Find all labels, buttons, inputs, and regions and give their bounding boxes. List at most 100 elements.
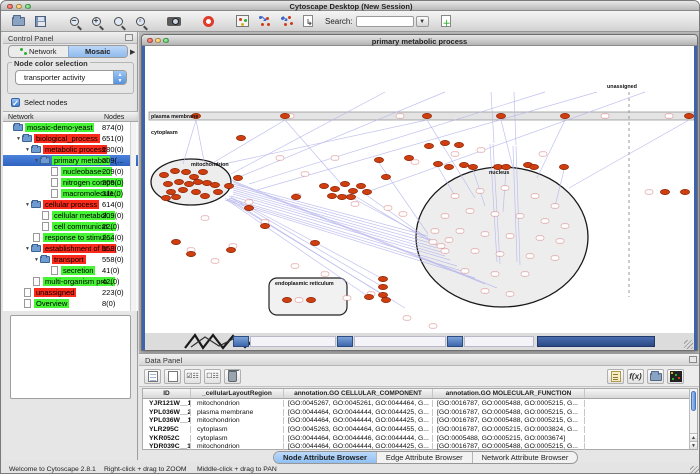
tree-row[interactable]: ▼metabolic process280(0): [3, 144, 138, 155]
window-resize-grip[interactable]: [684, 340, 693, 349]
network-node[interactable]: [213, 189, 222, 194]
background-window-title-fragment[interactable]: [337, 336, 353, 347]
tree-row[interactable]: cellular metabol...209(0): [3, 210, 138, 221]
float-panel-icon[interactable]: [689, 356, 697, 363]
network-node-label[interactable]: [384, 206, 392, 210]
network-node-label[interactable]: [551, 204, 559, 208]
network-node-label[interactable]: [429, 324, 437, 328]
network-node[interactable]: [260, 223, 269, 228]
background-window-titlebar[interactable]: [537, 336, 655, 347]
network-node-label[interactable]: [321, 272, 329, 276]
network-node[interactable]: [684, 113, 693, 118]
tree-row[interactable]: response to stimul...264(0): [3, 232, 138, 243]
network-node[interactable]: [198, 169, 207, 174]
select-nodes-checkbox[interactable]: ✓: [11, 98, 20, 107]
network-node[interactable]: [356, 183, 365, 188]
network-node[interactable]: [680, 189, 689, 194]
network-node-label[interactable]: [506, 234, 514, 238]
network-node[interactable]: [468, 164, 477, 169]
network-node-label[interactable]: [541, 219, 549, 223]
network-node[interactable]: [178, 187, 187, 192]
network-node[interactable]: [444, 164, 453, 169]
network-edge[interactable]: [237, 92, 445, 178]
network-node[interactable]: [310, 240, 319, 245]
birds-eye-view[interactable]: [10, 315, 131, 399]
expand-arrow-icon[interactable]: ▼: [33, 257, 40, 263]
network-node[interactable]: [660, 189, 669, 194]
network-node[interactable]: [381, 297, 390, 302]
network-node-label[interactable]: [461, 269, 469, 273]
network-window[interactable]: primary metabolic process plasma membran…: [141, 34, 698, 351]
network-node[interactable]: [306, 297, 315, 302]
network-node[interactable]: [559, 164, 568, 169]
tree-row[interactable]: cell communicat...22(0): [3, 221, 138, 232]
network-node-label[interactable]: [556, 239, 564, 243]
table-row[interactable]: YPL036W__1mitochondrion[GO:0044464, GO:0…: [143, 416, 689, 425]
background-window-preview[interactable]: [464, 336, 534, 347]
network-node[interactable]: [378, 284, 387, 289]
network-node[interactable]: [424, 143, 433, 148]
network-node[interactable]: [181, 169, 190, 174]
network-node[interactable]: [236, 135, 245, 140]
network-node-label[interactable]: [466, 209, 474, 213]
network-node[interactable]: [224, 183, 233, 188]
network-window-titlebar[interactable]: primary metabolic process: [142, 35, 697, 46]
network-node[interactable]: [191, 189, 200, 194]
network-node[interactable]: [163, 181, 172, 186]
network-node-label[interactable]: [516, 214, 524, 218]
tab-edge-attribute-browser[interactable]: Edge Attribute Browser: [376, 452, 472, 463]
network-node[interactable]: [282, 297, 291, 302]
network-node-label[interactable]: [245, 200, 253, 204]
network-node[interactable]: [171, 239, 180, 244]
network-node-label[interactable]: [481, 232, 489, 236]
tab-mosaic[interactable]: Mosaic: [68, 46, 128, 57]
network-edge[interactable]: [183, 120, 196, 164]
network-node-label[interactable]: [645, 190, 653, 194]
network-node-label[interactable]: [441, 249, 449, 253]
zoom-out-button[interactable]: −: [64, 13, 84, 30]
network-node[interactable]: [378, 276, 387, 281]
network-node-label[interactable]: [536, 236, 544, 240]
network-node-label[interactable]: [437, 244, 445, 248]
network-node[interactable]: [433, 161, 442, 166]
tree-row[interactable]: ▼establishment of lo...558(0): [3, 243, 138, 254]
scroll-up-icon[interactable]: ▲: [690, 433, 697, 441]
zoom-in-button[interactable]: +: [86, 13, 106, 30]
network-node[interactable]: [348, 188, 357, 193]
tree-row[interactable]: ▼cellular process614(0): [3, 199, 138, 210]
zoom-fit-button[interactable]: ▫: [130, 13, 150, 30]
expand-arrow-icon[interactable]: ▼: [33, 158, 40, 164]
column-header[interactable]: annotation.GO MOLECULAR_FUNCTION: [433, 389, 585, 398]
matrix-view-button[interactable]: [667, 369, 684, 384]
network-node-label[interactable]: [291, 264, 299, 268]
search-input[interactable]: [356, 16, 414, 27]
tree-row[interactable]: secretion41(0): [3, 265, 138, 276]
background-window-preview[interactable]: [250, 336, 336, 347]
network-node-label[interactable]: [451, 194, 459, 198]
network-node-label[interactable]: [451, 152, 459, 156]
network-node-label[interactable]: [491, 212, 499, 216]
network-node[interactable]: [161, 195, 170, 200]
vizmapper-button[interactable]: [232, 13, 252, 30]
layout-button[interactable]: ↘: [254, 13, 274, 30]
network-node-label[interactable]: [491, 272, 499, 276]
tree-row[interactable]: ▼transport558(0): [3, 254, 138, 265]
network-node[interactable]: [501, 164, 510, 169]
tree-row[interactable]: nitrogen compo...209(0): [3, 177, 138, 188]
network-node[interactable]: [454, 142, 463, 147]
network-node[interactable]: [159, 172, 168, 177]
tree-scrollbar[interactable]: [130, 122, 136, 311]
column-header[interactable]: ID: [143, 389, 191, 398]
network-node[interactable]: [440, 140, 449, 145]
network-node[interactable]: [210, 182, 219, 187]
network-edge[interactable]: [231, 92, 385, 174]
network-node-label[interactable]: [501, 186, 509, 190]
network-node-label[interactable]: [403, 316, 411, 320]
network-node-label[interactable]: [476, 189, 484, 193]
network-node-label[interactable]: [396, 114, 404, 118]
network-edge[interactable]: [211, 120, 285, 164]
network-node-label[interactable]: [211, 259, 219, 263]
column-header[interactable]: _cellularLayoutRegion: [191, 389, 284, 398]
network-node[interactable]: [364, 294, 373, 299]
formula-button[interactable]: f(x): [627, 369, 644, 384]
